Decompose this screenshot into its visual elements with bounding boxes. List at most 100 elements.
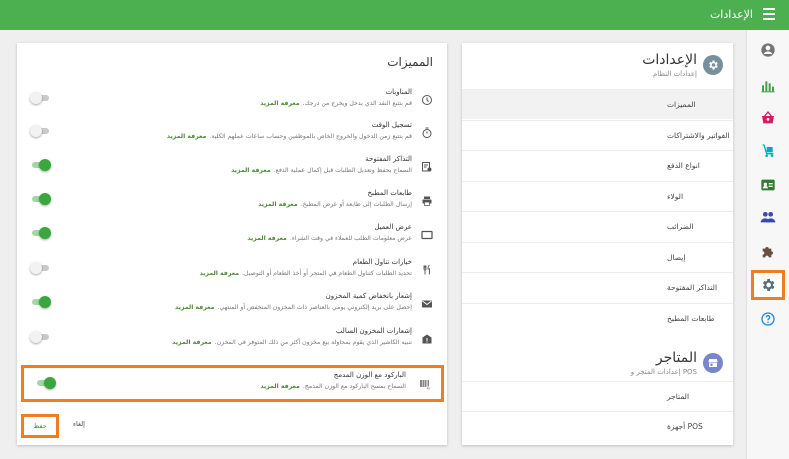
side-nav-rail <box>746 30 789 459</box>
puzzle-icon <box>760 244 776 260</box>
stores-section-title: المتاجر <box>655 350 697 366</box>
settings-nav-item[interactable]: الضرائب <box>462 211 733 241</box>
learn-more-link[interactable]: معرفة المزيد <box>175 304 214 311</box>
cancel-button[interactable]: إلغاء <box>73 420 85 428</box>
feature-description: تحديد الطلبات كتناول الطعام في المتجر أو… <box>200 270 412 277</box>
settings-menu-card: الإعدادات إعدادات النظام المميزات الفواتي… <box>462 43 733 445</box>
rail-item-help[interactable] <box>751 304 785 334</box>
bar-chart-icon <box>760 78 776 94</box>
learn-more-link[interactable]: معرفة المزيد <box>167 133 206 140</box>
feature-title: إشعار بانخفاض كمية المخزون <box>325 292 412 300</box>
feature-description: السماح بمسح الباركود مع الوزن المدمج.معر… <box>260 383 406 390</box>
timer-icon <box>421 124 433 138</box>
mail-icon <box>421 295 433 308</box>
feature-title: إشعارات المخزون السالب <box>335 327 412 335</box>
feature-description: قم بتتبع النقد الذي يدخل ويخرج من درجك.م… <box>260 100 412 107</box>
feature-title: المناوبات <box>385 88 412 96</box>
feature-row: kg الباركود مع الوزن المدمج السماح بمسح ال… <box>21 365 444 402</box>
settings-nav-item[interactable]: انواع الدفع <box>462 150 733 180</box>
rail-item-trolley[interactable] <box>751 136 785 166</box>
learn-more-link[interactable]: معرفة المزيد <box>172 339 211 346</box>
feature-description: السماح بحفظ وتعديل الطلبات قبل إكمال عمل… <box>231 167 412 174</box>
feature-row: عرض العميل عرض معلومات الطلب للعملاء في و… <box>17 218 447 252</box>
people-icon <box>760 209 776 225</box>
feature-toggle[interactable] <box>30 125 50 137</box>
learn-more-link[interactable]: معرفة المزيد <box>200 270 239 277</box>
feature-toggle[interactable] <box>30 193 51 205</box>
hamburger-menu-icon[interactable] <box>763 8 775 20</box>
open-ticket-icon <box>421 158 433 172</box>
rail-item-bar-chart[interactable] <box>751 71 785 101</box>
settings-nav-item[interactable]: التذاكر المفتوحة <box>462 272 733 302</box>
trolley-icon <box>760 143 776 159</box>
learn-more-link[interactable]: معرفة المزيد <box>260 100 299 107</box>
page-title: الإعدادات <box>709 8 753 21</box>
feature-description: إرسال الطلبات إلى طابعة أو عرض المطبخ.مع… <box>258 201 412 208</box>
feature-row: إشعارات المخزون السالب تنبيه الكاشير الذي… <box>17 322 447 356</box>
settings-nav-item[interactable]: المميزات <box>462 89 733 119</box>
feature-title: الباركود مع الوزن المدمج <box>333 371 406 379</box>
stores-section-subtitle: إعدادات المتجر و POS <box>630 368 697 376</box>
feature-description-text: تنبيه الكاشير الذي يقوم بمحاولة بيع مخزو… <box>214 339 412 346</box>
dining-icon <box>421 261 433 275</box>
account-circle-icon <box>760 42 776 58</box>
toggle-knob <box>39 193 51 205</box>
settings-section-title: الإعدادات <box>642 52 697 68</box>
feature-toggle[interactable] <box>30 262 50 274</box>
rail-item-gear[interactable] <box>751 270 785 300</box>
settings-gear-icon <box>703 55 723 75</box>
display-icon <box>421 226 433 240</box>
learn-more-link[interactable]: معرفة المزيد <box>258 201 297 208</box>
feature-toggle[interactable] <box>30 331 50 343</box>
id-card-icon <box>760 177 776 193</box>
learn-more-link[interactable]: معرفة المزيد <box>247 235 286 242</box>
rail-item-id-card[interactable] <box>751 170 785 200</box>
feature-title: تسجيل الوقت <box>371 121 412 129</box>
feature-description: تنبيه الكاشير الذي يقوم بمحاولة بيع مخزو… <box>172 339 412 346</box>
store-icon <box>703 353 723 373</box>
nav-item-label: إيصال <box>667 252 686 262</box>
features-title: المميزات <box>387 55 433 69</box>
save-button[interactable]: حفظ <box>21 414 59 438</box>
settings-section-subtitle: إعدادات النظام <box>652 70 697 78</box>
feature-title: طابعات المطبخ <box>367 189 412 197</box>
help-icon <box>760 311 776 327</box>
rail-item-account-circle[interactable] <box>751 35 785 65</box>
feature-toggle[interactable] <box>30 296 51 308</box>
feature-toggle[interactable] <box>30 159 51 171</box>
nav-item-label: المميزات <box>667 100 696 109</box>
feature-toggle[interactable] <box>30 227 51 239</box>
toggle-knob <box>30 125 42 137</box>
basket-icon <box>760 110 776 126</box>
learn-more-link[interactable]: معرفة المزيد <box>260 383 299 390</box>
rail-item-basket[interactable] <box>751 103 785 133</box>
nav-item-label: الضرائب <box>667 222 694 231</box>
settings-nav-item[interactable]: الولاء <box>462 180 733 211</box>
feature-row: المناوبات قم بتتبع النقد الذي يدخل ويخرج … <box>17 83 447 117</box>
feature-description-text: السماح بمسح الباركود مع الوزن المدمج. <box>302 383 406 390</box>
rail-item-people[interactable] <box>751 202 785 232</box>
settings-nav-item[interactable]: الفواتير والاشتراكات <box>462 119 733 150</box>
toggle-knob <box>39 296 51 308</box>
settings-nav-item[interactable]: أجهزة POS <box>462 411 733 441</box>
nav-item-label: أجهزة POS <box>667 422 703 431</box>
rail-item-puzzle[interactable] <box>751 237 785 267</box>
feature-title: خيارات تناول الطعام <box>352 258 412 266</box>
feature-toggle[interactable] <box>35 377 56 389</box>
learn-more-link[interactable]: معرفة المزيد <box>231 167 270 174</box>
stock-alert-icon <box>421 330 433 344</box>
feature-description-text: قم بتتبع زمن الدخول والخروج الخاص بالموظ… <box>209 133 412 140</box>
feature-row: خيارات تناول الطعام تحديد الطلبات كتناول … <box>17 253 447 287</box>
feature-title: التذاكر المفتوحة <box>365 155 412 163</box>
gear-icon <box>760 277 776 293</box>
toggle-knob <box>44 377 56 389</box>
toggle-knob <box>39 227 51 239</box>
settings-nav-item[interactable]: إيصال <box>462 241 733 272</box>
toggle-knob <box>30 331 42 343</box>
nav-item-label: التذاكر المفتوحة <box>667 283 718 292</box>
feature-toggle[interactable] <box>30 92 50 104</box>
feature-description: عرض معلومات الطلب للعملاء في وقت الشراء.… <box>247 235 412 242</box>
settings-nav-item[interactable]: المتاجر <box>462 381 733 411</box>
feature-description: قم بتتبع زمن الدخول والخروج الخاص بالموظ… <box>167 133 412 140</box>
settings-nav-item[interactable]: طابعات المطبخ <box>462 302 733 333</box>
